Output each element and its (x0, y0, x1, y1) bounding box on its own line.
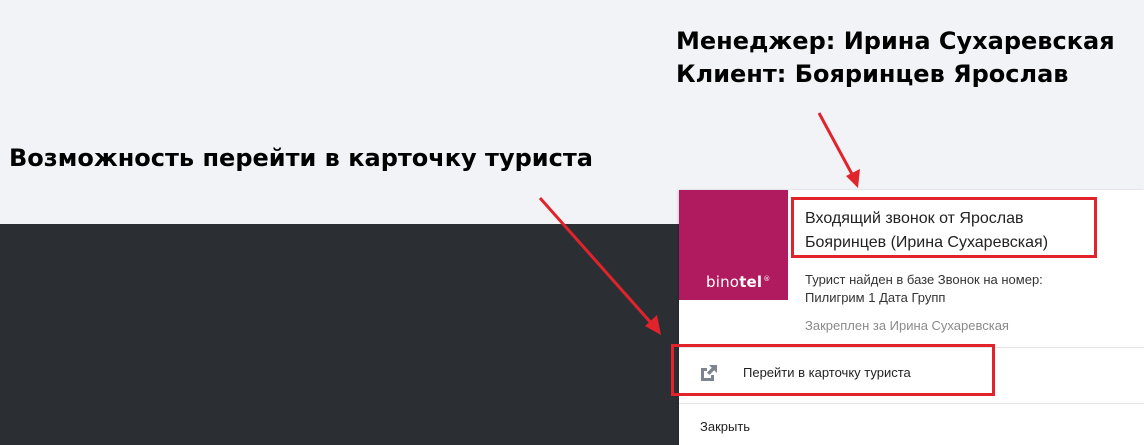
binotel-logo: binotel® (679, 190, 788, 300)
client-annotation: Клиент: Бояринцев Ярослав (676, 60, 1069, 88)
title-highlight-frame (791, 197, 1097, 258)
close-button[interactable]: Закрыть (679, 404, 1144, 445)
action-highlight-frame (671, 344, 995, 396)
feature-annotation: Возможность перейти в карточку туриста (9, 144, 593, 172)
assigned-manager-text: Закреплен за Ирина Сухаревская (805, 318, 1009, 333)
binotel-logo-text: binotel® (706, 273, 771, 291)
manager-annotation: Менеджер: Ирина Сухаревская (676, 27, 1115, 55)
notification-details: Турист найден в базе Звонок на номер: Пи… (805, 272, 1043, 305)
close-label: Закрыть (700, 419, 751, 434)
